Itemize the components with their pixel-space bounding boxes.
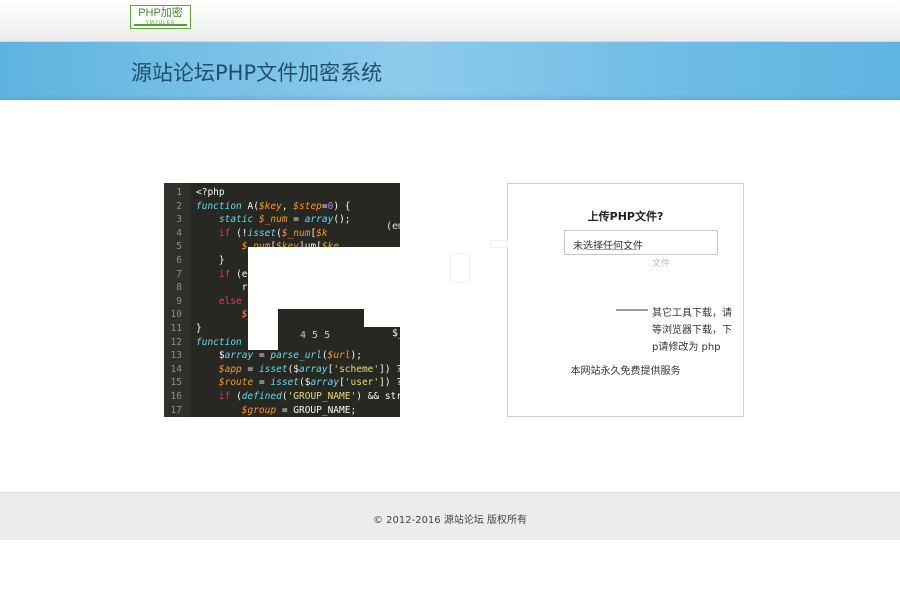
file-input-underline: [587, 249, 637, 250]
download-note: 其它工具下载，请等浏览器下载，下p请修改为 php: [652, 308, 732, 353]
copyright-text: © 2012-2016 源站论坛 版权所有: [372, 515, 528, 526]
code-text: else: [218, 295, 242, 307]
line-number: 8: [176, 282, 182, 294]
image-artifact: [248, 247, 400, 309]
code-fragment: 4 5 5: [300, 330, 331, 341]
line-number: 10: [170, 309, 182, 321]
code-text: }: [196, 255, 225, 266]
site-logo[interactable]: PHP加密 YMJULEE: [130, 5, 191, 29]
upload-heading: 上传PHP文件?: [587, 210, 664, 223]
code-fragment: $_: [392, 328, 400, 339]
image-artifact: [450, 253, 470, 283]
line-number: 17: [170, 404, 182, 416]
code-text: if (!isset($_num[$k: [218, 227, 328, 239]
line-number: 3: [176, 214, 182, 226]
code-text: function A($key, $step=0) {: [196, 200, 351, 212]
image-artifact: [248, 309, 278, 350]
code-text: $app = isset($array['scheme']) ? $: [218, 363, 400, 375]
image-artifact: [490, 240, 508, 248]
image-artifact: [364, 309, 400, 327]
upload-panel: 上传PHP文件?: [507, 183, 744, 417]
code-text: $group = GROUP_NAME;: [241, 404, 357, 416]
line-number: 11: [170, 323, 182, 334]
code-text: if (defined('GROUP_NAME') && strca: [218, 391, 400, 402]
logo-bar: [134, 24, 187, 26]
code-text: re: [196, 282, 254, 294]
code-text: function B: [196, 336, 253, 348]
logo-text: PHP加密: [138, 7, 183, 19]
line-number: 7: [176, 268, 182, 280]
line-number: 13: [170, 350, 182, 362]
file-input[interactable]: 未选择任何文件: [564, 230, 718, 255]
upload-button[interactable]: [616, 309, 648, 311]
line-number: 9: [176, 295, 182, 307]
line-number: 12: [170, 336, 182, 348]
line-number: 1: [176, 187, 182, 198]
file-hint: 文件: [652, 259, 671, 269]
code-text: }: [196, 323, 202, 334]
image-artifact: [400, 250, 456, 330]
line-number: 4: [176, 227, 182, 239]
line-number: 16: [170, 391, 182, 402]
line-number: 15: [170, 377, 182, 389]
code-text: if (em: [218, 268, 254, 280]
page-footer: © 2012-2016 源站论坛 版权所有: [0, 492, 900, 540]
free-service-note: 本网站永久免费提供服务: [570, 366, 681, 377]
code-text: static $_num = array();: [218, 214, 351, 226]
code-text: $array = parse_url($url);: [196, 350, 362, 362]
line-number: 6: [176, 255, 182, 266]
line-number: 14: [170, 363, 182, 375]
code-text: <?php: [196, 187, 225, 198]
line-number: 5: [176, 241, 182, 253]
page-title: 源站论坛PHP文件加密系统: [131, 61, 383, 85]
code-fragment: (em: [386, 221, 400, 232]
line-number: 2: [176, 200, 182, 212]
title-banner: 源站论坛PHP文件加密系统: [0, 42, 900, 100]
code-text: $_: [196, 308, 253, 322]
code-text: $route = isset($array['user']) ? $: [218, 377, 400, 389]
top-bar: PHP加密 YMJULEE: [0, 0, 900, 42]
